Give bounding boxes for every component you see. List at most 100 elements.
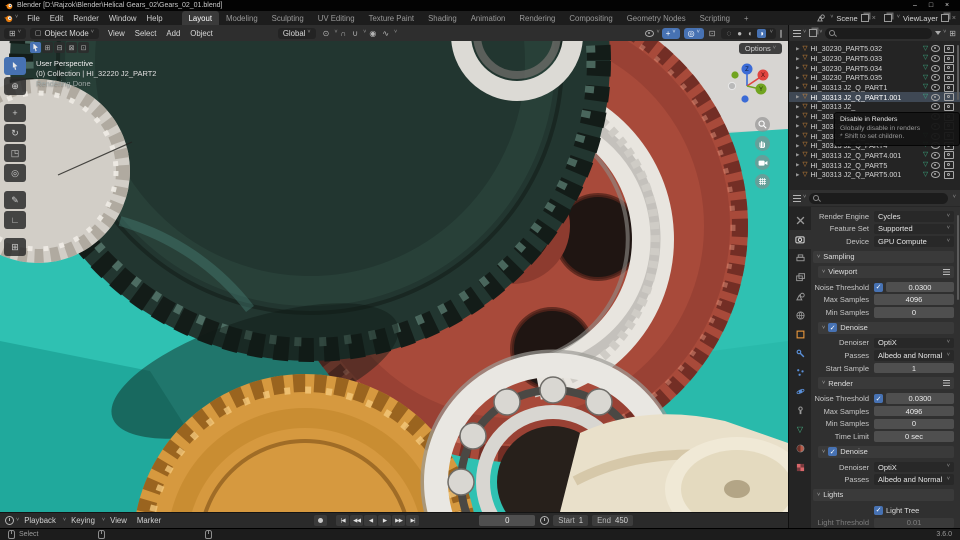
outliner-row-selected[interactable]: ▶▽HI_30313 J2_Q_PART1.001▽: [789, 92, 960, 102]
tab-animation[interactable]: Animation: [464, 11, 513, 25]
editor-type-button[interactable]: ⊞ ˅: [4, 28, 26, 39]
feature-set-select[interactable]: Supported˅: [874, 224, 954, 235]
auto-keying-button[interactable]: [314, 515, 327, 526]
expand-icon[interactable]: ▶: [796, 114, 799, 120]
overlays-toggle[interactable]: ◎˅: [684, 28, 704, 39]
menu-object[interactable]: Object: [185, 29, 218, 38]
menu-help[interactable]: Help: [142, 14, 168, 23]
tab-scene[interactable]: [789, 287, 811, 306]
tab-render[interactable]: [789, 230, 811, 249]
frame-start-field[interactable]: Start1: [553, 515, 588, 526]
outliner-row[interactable]: ▶▽HI_30313 J2_Q_PART5.001▽: [789, 170, 960, 180]
render-engine-select[interactable]: Cycles˅: [874, 211, 954, 222]
outliner-row[interactable]: ▶▽HI_30313 J2_: [789, 102, 960, 112]
menu-file[interactable]: File: [22, 14, 45, 23]
disable-render-icon[interactable]: [944, 171, 954, 179]
shading-rendered-icon[interactable]: ◑: [757, 29, 766, 38]
viewport-panel-header[interactable]: ˅Viewport: [818, 266, 954, 278]
lights-panel-header[interactable]: ˅Lights: [813, 489, 954, 501]
prev-keyframe-button[interactable]: ◀◀: [350, 515, 363, 526]
expand-icon[interactable]: ▶: [796, 56, 799, 62]
filter-icon[interactable]: [935, 31, 941, 35]
camera-view-button[interactable]: [755, 155, 770, 170]
expand-icon[interactable]: ▶: [796, 172, 799, 178]
remove-viewlayer-icon[interactable]: ×: [952, 15, 956, 22]
hide-viewport-icon[interactable]: [931, 152, 940, 159]
disable-render-icon[interactable]: [944, 45, 954, 53]
falloff-icon[interactable]: ∿: [382, 29, 389, 38]
light-threshold-field[interactable]: 0.01: [874, 518, 954, 529]
menu-edit[interactable]: Edit: [45, 14, 68, 23]
transform-orientation-select[interactable]: Global ˅: [278, 28, 316, 39]
hide-viewport-icon[interactable]: [931, 94, 940, 101]
hide-viewport-icon[interactable]: [931, 162, 940, 169]
sampling-panel-header[interactable]: ˅Sampling: [813, 251, 954, 263]
properties-editor-icon[interactable]: [793, 195, 801, 196]
new-viewlayer-icon[interactable]: [941, 14, 949, 22]
jump-to-end-button[interactable]: ▶|: [406, 515, 419, 526]
properties-scrollbar[interactable]: [957, 215, 960, 300]
shading-solid-icon[interactable]: ●: [735, 29, 744, 38]
tab-tool[interactable]: [789, 211, 811, 230]
xray-toggle-icon[interactable]: ⊡: [709, 29, 716, 38]
expand-icon[interactable]: ▶: [796, 94, 799, 100]
tab-shading[interactable]: Shading: [421, 11, 464, 25]
snap-with-icon[interactable]: ∪: [352, 29, 358, 38]
tool-scale[interactable]: ◳: [4, 144, 26, 162]
tool-add-cube[interactable]: ⊞: [4, 238, 26, 256]
tab-view-layer[interactable]: [789, 268, 811, 287]
outliner-scrollbar[interactable]: [957, 45, 960, 100]
viewport-denoise-header[interactable]: ˅✓Denoise: [818, 322, 954, 334]
object-name[interactable]: HI_30313 J2_: [810, 102, 928, 111]
noise-threshold-checkbox[interactable]: ✓: [874, 283, 883, 292]
device-select[interactable]: GPU Compute˅: [874, 236, 954, 247]
tab-layout[interactable]: Layout: [182, 11, 219, 25]
tab-physics[interactable]: [789, 382, 811, 401]
play-reverse-button[interactable]: ◀: [364, 515, 377, 526]
hide-viewport-icon[interactable]: [931, 84, 940, 91]
expand-icon[interactable]: ▶: [796, 133, 799, 139]
tab-geometry-nodes[interactable]: Geometry Nodes: [620, 11, 693, 25]
unlink-scene-icon[interactable]: ×: [872, 15, 876, 22]
timeline-editor-icon[interactable]: [5, 516, 14, 525]
passes-select[interactable]: Albedo and Normal˅: [874, 350, 954, 361]
properties-search[interactable]: [809, 193, 948, 204]
menu-add[interactable]: Add: [161, 29, 185, 38]
max-samples-field[interactable]: 4096: [874, 294, 954, 305]
disable-render-icon[interactable]: [944, 161, 954, 169]
shading-material-icon[interactable]: ◐: [746, 29, 755, 38]
passes-select[interactable]: Albedo and Normal˅: [874, 474, 954, 485]
ortho-toggle-button[interactable]: [755, 174, 770, 189]
time-limit-field[interactable]: 0 sec: [874, 431, 954, 442]
frame-end-field[interactable]: End450: [592, 515, 633, 526]
tab-rendering[interactable]: Rendering: [512, 11, 562, 25]
viewlayer-name[interactable]: ViewLayer: [903, 14, 938, 23]
light-tree-checkbox[interactable]: ✓: [874, 506, 883, 515]
tab-particles[interactable]: [789, 363, 811, 382]
options-dropdown[interactable]: Options ˅: [739, 43, 782, 54]
tool-cursor[interactable]: ⊕: [4, 77, 26, 95]
hide-viewport-icon[interactable]: [931, 103, 940, 110]
tool-select-box[interactable]: [4, 57, 26, 75]
menu-select[interactable]: Select: [130, 29, 162, 38]
select-mode-subtract[interactable]: ⊟: [54, 42, 65, 53]
hide-viewport-icon[interactable]: [931, 74, 940, 81]
scene-name[interactable]: Scene: [836, 14, 857, 23]
outliner-row[interactable]: ▶▽HI_30230_PART5.033▽: [789, 54, 960, 64]
tab-add-workspace[interactable]: +: [737, 11, 756, 25]
select-mode-new[interactable]: [30, 42, 41, 53]
expand-icon[interactable]: ▶: [796, 123, 799, 129]
shading-wireframe-icon[interactable]: ◌: [724, 29, 733, 38]
render-denoise-header[interactable]: ˅✓Denoise: [818, 446, 954, 458]
tool-move[interactable]: +: [4, 104, 26, 122]
disable-render-icon[interactable]: [944, 103, 954, 111]
menu-view[interactable]: View: [105, 516, 132, 525]
outliner-row[interactable]: ▶▽HI_30230_PART5.034▽: [789, 63, 960, 73]
proportional-edit-icon[interactable]: ◉: [369, 29, 376, 38]
use-preview-range-icon[interactable]: [540, 516, 549, 525]
menu-render[interactable]: Render: [68, 14, 104, 23]
scene-selector[interactable]: ˅ Scene ×: [813, 14, 880, 23]
tab-compositing[interactable]: Compositing: [562, 11, 619, 25]
outliner-row[interactable]: ▶▽HI_30313 J2_Q_PART5▽: [789, 160, 960, 170]
tab-modeling[interactable]: Modeling: [219, 11, 265, 25]
